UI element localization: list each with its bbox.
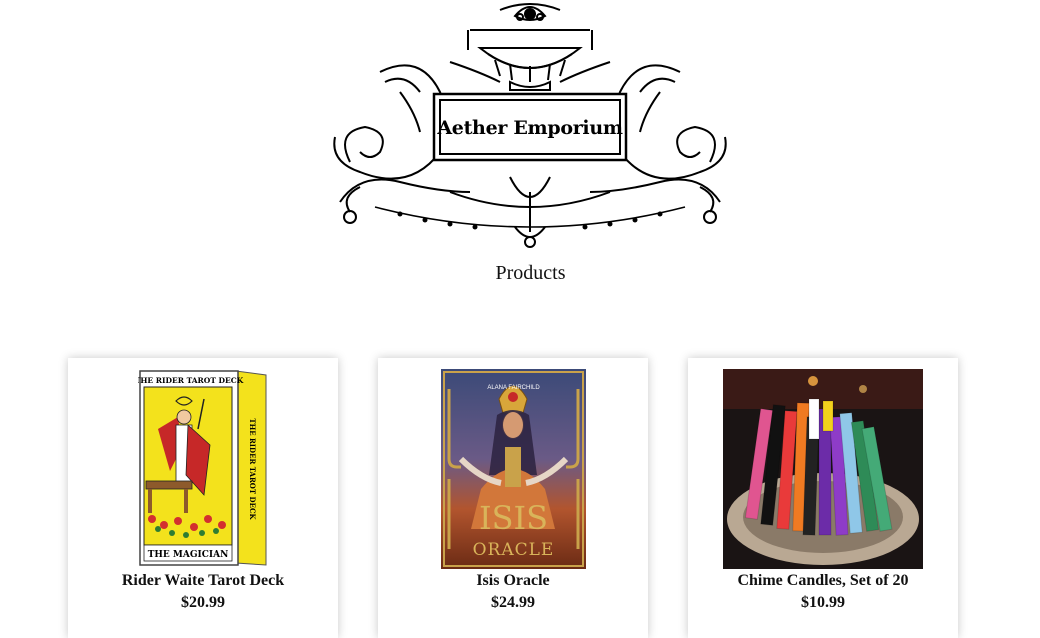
rider-tarot-box-image[interactable]: THE RIDER TAROT DECK THE MAGICIAN THE RI… — [138, 369, 270, 569]
box-side-label: THE RIDER TAROT DECK — [248, 418, 257, 520]
isis-oracle-box-image[interactable]: ALANA FAIRCHILD ISIS ORACLE — [441, 369, 586, 569]
page-title: Products — [495, 262, 566, 284]
product-price: $20.99 — [181, 594, 225, 611]
product-card-chime-candles[interactable]: Chime Candles, Set of 20 $10.99 — [688, 358, 958, 638]
product-name[interactable]: Isis Oracle — [378, 572, 648, 590]
store-logo[interactable]: Aether Emporium — [330, 2, 730, 254]
product-card-rider-waite[interactable]: THE RIDER TAROT DECK THE MAGICIAN THE RI… — [68, 358, 338, 638]
tarot-card-label: THE MAGICIAN — [148, 550, 229, 560]
product-price: $24.99 — [491, 594, 535, 611]
product-card-isis-oracle[interactable]: ALANA FAIRCHILD ISIS ORACLE Isis Oracle … — [378, 358, 648, 638]
product-price: $10.99 — [801, 594, 845, 611]
box-label: THE RIDER TAROT DECK — [138, 376, 244, 385]
chime-candles-photo[interactable] — [723, 369, 923, 569]
box-title-oracle: ORACLE — [473, 540, 555, 560]
box-title-isis: ISIS — [479, 499, 548, 537]
box-author: ALANA FAIRCHILD — [487, 385, 540, 391]
store-name[interactable]: Aether Emporium — [437, 102, 623, 154]
product-name[interactable]: Chime Candles, Set of 20 — [688, 572, 958, 590]
product-name[interactable]: Rider Waite Tarot Deck — [68, 572, 338, 590]
